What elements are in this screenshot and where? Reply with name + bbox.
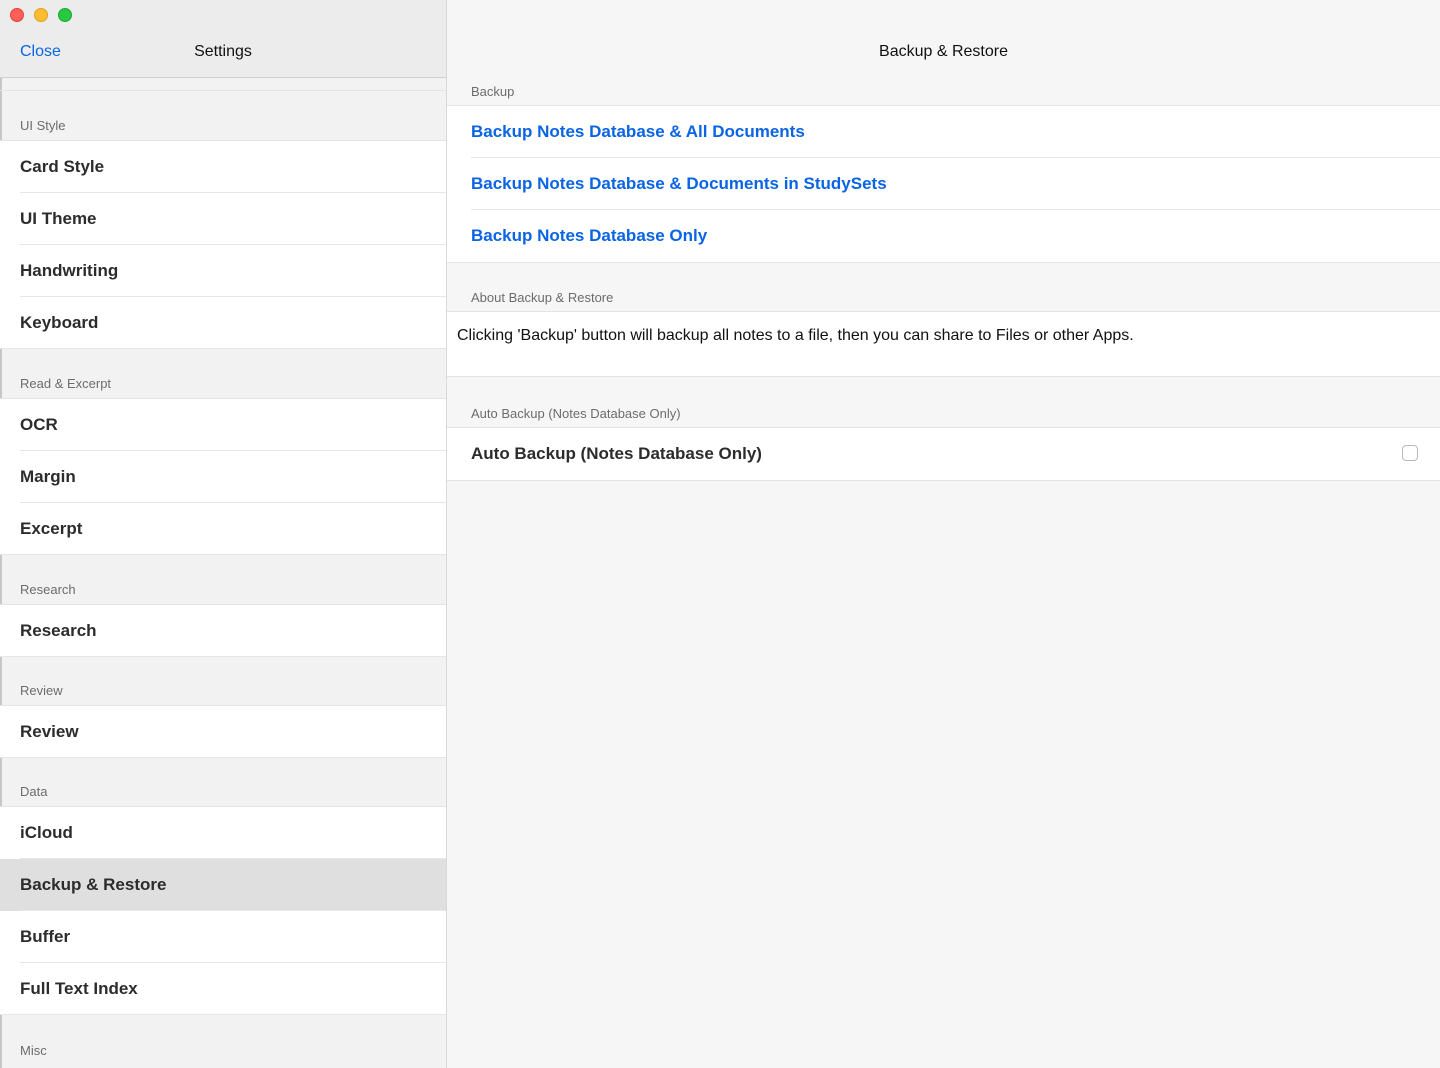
section-header-research: Research [0,555,446,605]
section-header-read-excerpt: Read & Excerpt [0,349,446,399]
sidebar-item-keyboard[interactable]: Keyboard [0,297,446,349]
auto-backup-checkbox[interactable] [1402,445,1418,461]
backup-studysets-documents-button[interactable]: Backup Notes Database & Documents in Stu… [447,158,1440,210]
sidebar-item-card-style[interactable]: Card Style [0,141,446,193]
sidebar-item-excerpt[interactable]: Excerpt [0,503,446,555]
section-header-data: Data [0,758,446,807]
section-header-auto-backup: Auto Backup (Notes Database Only) [471,406,681,421]
window-minimize-icon[interactable] [34,8,48,22]
section-header-ui-style: UI Style [0,91,446,141]
window-close-icon[interactable] [10,8,24,22]
sidebar-item-icloud[interactable]: iCloud [0,807,446,859]
sidebar-item-review[interactable]: Review [0,706,446,758]
menu-top-spacer [0,78,446,91]
auto-backup-row[interactable]: Auto Backup (Notes Database Only) [447,428,1440,480]
about-description: Clicking 'Backup' button will backup all… [457,327,1134,344]
sidebar-item-ocr[interactable]: OCR [0,399,446,451]
detail-pane: Backup & Restore Backup Backup Notes Dat… [447,0,1440,1068]
sidebar-item-handwriting[interactable]: Handwriting [0,245,446,297]
auto-backup-label: Auto Backup (Notes Database Only) [471,444,762,463]
backup-actions-group: Backup Notes Database & All Documents Ba… [447,105,1440,263]
sidebar-item-buffer[interactable]: Buffer [0,911,446,963]
backup-all-documents-button[interactable]: Backup Notes Database & All Documents [447,106,1440,158]
about-group: Clicking 'Backup' button will backup all… [447,311,1440,377]
sidebar-item-full-text-index[interactable]: Full Text Index [0,963,446,1015]
section-header-misc: Misc [20,1043,47,1058]
settings-menu: UI Style Card Style UI Theme Handwriting… [0,78,446,1065]
page-title: Backup & Restore [879,43,1008,60]
window-maximize-icon[interactable] [58,8,72,22]
sidebar-header: Close Settings [0,0,446,78]
section-header-review: Review [0,657,446,706]
sidebar-title: Settings [194,43,252,60]
auto-backup-group: Auto Backup (Notes Database Only) [447,427,1440,481]
settings-sidebar: Close Settings UI Style Card Style UI Th… [0,0,447,1068]
section-header-backup: Backup [471,84,515,99]
sidebar-item-ui-theme[interactable]: UI Theme [0,193,446,245]
sidebar-item-research[interactable]: Research [0,605,446,657]
backup-database-only-button[interactable]: Backup Notes Database Only [447,210,1440,262]
sidebar-item-backup-restore[interactable]: Backup & Restore [0,859,446,911]
sidebar-item-margin[interactable]: Margin [0,451,446,503]
section-header-about: About Backup & Restore [471,290,614,305]
